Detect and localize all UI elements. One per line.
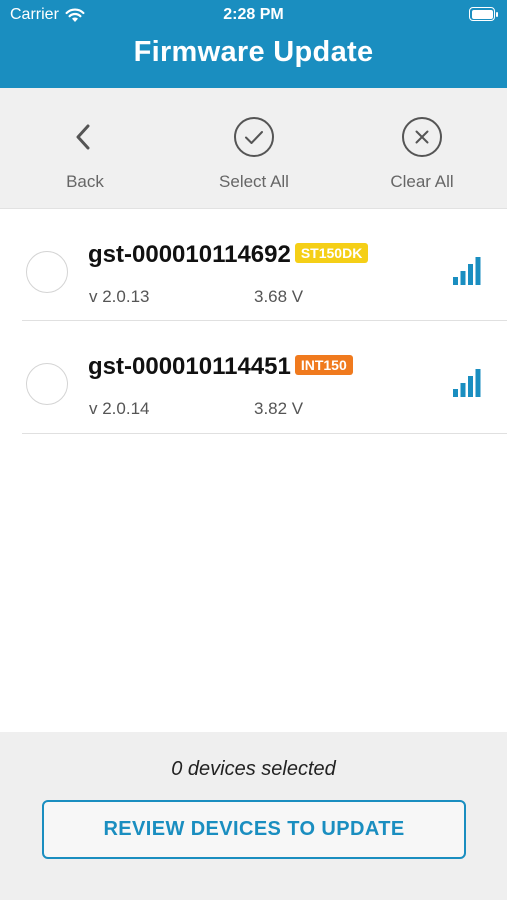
navigation-header: Carrier 2:28 PM Firmware Update	[0, 0, 507, 88]
device-name-line: gst-000010114692 ST150DK	[88, 241, 369, 269]
device-model-badge: ST150DK	[294, 242, 369, 263]
battery-icon	[469, 7, 498, 21]
action-toolbar: Back Select All Clear All	[0, 88, 507, 209]
device-row[interactable]: gst-000010114692 ST150DK v 2.0.13 3.68 V	[0, 209, 507, 321]
row-divider	[22, 433, 507, 434]
device-row[interactable]: gst-000010114451 INT150 v 2.0.14 3.82 V	[0, 321, 507, 434]
x-circle-icon	[402, 117, 442, 157]
selected-count-text: 0 devices selected	[171, 758, 336, 780]
back-label: Back	[66, 172, 104, 191]
firmware-version: v 2.0.14	[89, 399, 150, 418]
device-list: gst-000010114692 ST150DK v 2.0.13 3.68 V …	[0, 209, 507, 434]
battery-voltage: 3.82 V	[254, 399, 304, 418]
page-title: Firmware Update	[133, 36, 374, 68]
signal-strength-icon	[453, 369, 481, 397]
device-name: gst-000010114451	[88, 353, 291, 380]
firmware-version: v 2.0.13	[89, 287, 150, 306]
status-bar: Carrier 2:28 PM	[0, 0, 507, 30]
device-model-badge: INT150	[294, 354, 353, 375]
status-time: 2:28 PM	[223, 6, 284, 23]
select-all-label: Select All	[219, 172, 289, 191]
select-all-button[interactable]: Select All	[174, 116, 334, 192]
device-select-radio[interactable]	[26, 363, 68, 405]
device-name-line: gst-000010114451 INT150	[88, 353, 353, 381]
signal-strength-icon	[453, 257, 481, 285]
selection-footer: 0 devices selected REVIEW DEVICES TO UPD…	[0, 732, 507, 900]
back-button[interactable]: Back	[5, 116, 165, 192]
clear-all-label: Clear All	[390, 172, 454, 191]
battery-voltage: 3.68 V	[254, 287, 304, 306]
review-devices-button[interactable]: REVIEW DEVICES TO UPDATE	[42, 800, 466, 859]
chevron-left-icon	[76, 124, 90, 150]
device-name: gst-000010114692	[88, 241, 291, 268]
check-circle-icon	[234, 117, 274, 157]
clear-all-button[interactable]: Clear All	[342, 116, 502, 192]
device-select-radio[interactable]	[26, 251, 68, 293]
